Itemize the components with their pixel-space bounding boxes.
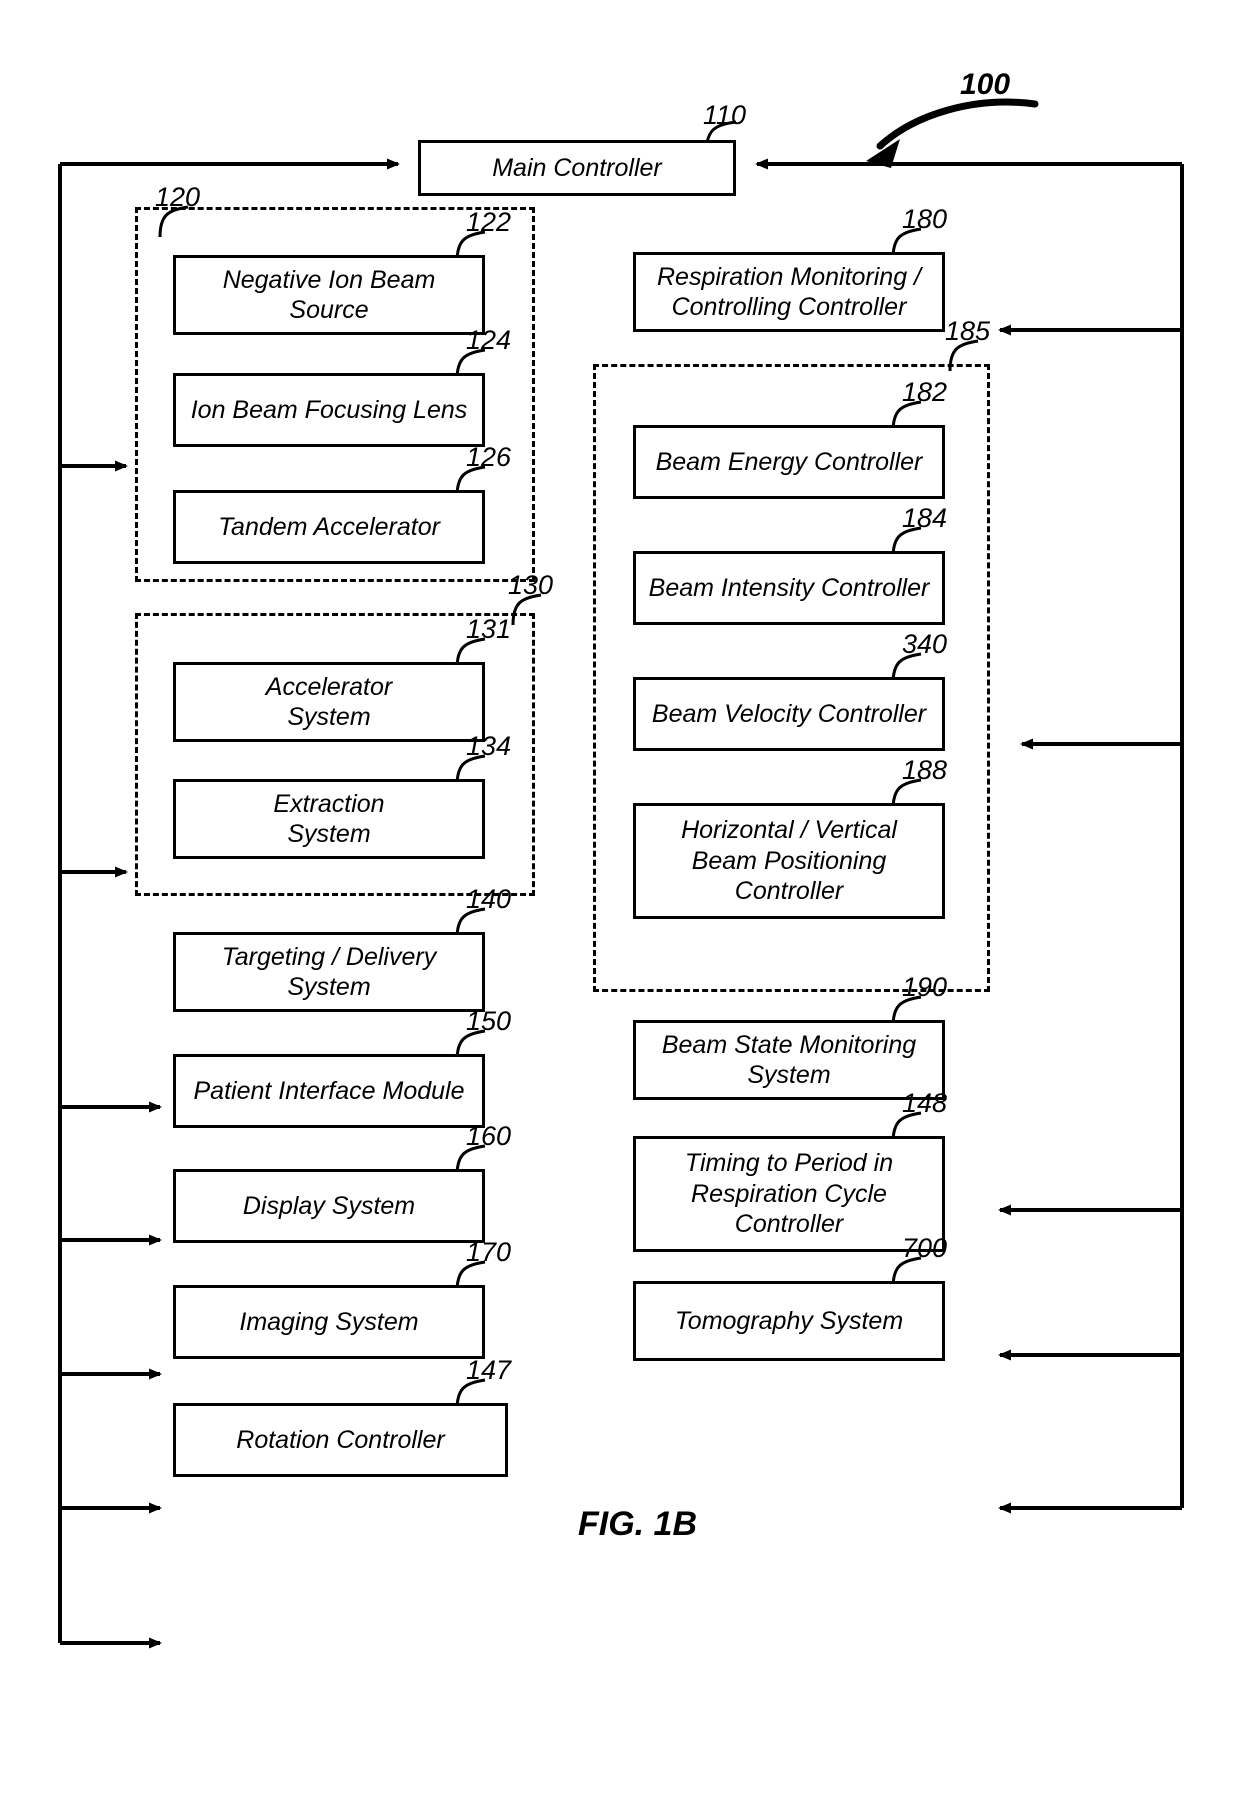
ref-126: 126 — [466, 442, 512, 472]
node-targeting-delivery-system[interactable]: Targeting / Delivery System — [173, 932, 485, 1012]
ref-170: 170 — [466, 1237, 512, 1267]
ref-122: 122 — [466, 207, 512, 237]
node-ion-beam-focusing-lens[interactable]: Ion Beam Focusing Lens — [173, 373, 485, 447]
ref-130: 130 — [508, 570, 554, 600]
node-imaging-system[interactable]: Imaging System — [173, 1285, 485, 1359]
ref-150: 150 — [466, 1006, 512, 1036]
node-beam-energy-controller[interactable]: Beam Energy Controller — [633, 425, 945, 499]
node-beam-intensity-controller[interactable]: Beam Intensity Controller — [633, 551, 945, 625]
ref-340: 340 — [902, 629, 948, 659]
figure-caption: FIG. 1B — [578, 1505, 698, 1543]
ref-700: 700 — [902, 1233, 948, 1263]
node-timing-to-period-controller[interactable]: Timing to Period in Respiration Cycle Co… — [633, 1136, 945, 1252]
node-display-system[interactable]: Display System — [173, 1169, 485, 1243]
node-tomography-system[interactable]: Tomography System — [633, 1281, 945, 1361]
patent-figure-1b: Main Controller 110 100 120 130 185 Nega… — [0, 0, 1240, 1803]
ref-182: 182 — [902, 377, 948, 407]
node-horizontal-vertical-beam-positioning-controller[interactable]: Horizontal / Vertical Beam Positioning C… — [633, 803, 945, 919]
ref-160: 160 — [466, 1121, 512, 1151]
ref-185: 185 — [945, 316, 991, 346]
ref-148: 148 — [902, 1088, 948, 1118]
node-beam-state-monitoring-system[interactable]: Beam State Monitoring System — [633, 1020, 945, 1100]
node-tandem-accelerator[interactable]: Tandem Accelerator — [173, 490, 485, 564]
system-pointer-arrow — [866, 98, 1039, 168]
ref-184: 184 — [902, 503, 948, 533]
ref-100-system: 100 — [960, 68, 1011, 101]
ref-140: 140 — [466, 884, 512, 914]
ref-124: 124 — [466, 325, 512, 355]
node-accelerator-system[interactable]: Accelerator System — [173, 662, 485, 742]
ref-188: 188 — [902, 755, 948, 785]
ref-131: 131 — [466, 614, 512, 644]
node-main-controller[interactable]: Main Controller — [418, 140, 736, 196]
ref-120: 120 — [155, 182, 201, 212]
ref-110: 110 — [703, 100, 747, 130]
node-rotation-controller[interactable]: Rotation Controller — [173, 1403, 508, 1477]
node-negative-ion-beam-source[interactable]: Negative Ion Beam Source — [173, 255, 485, 335]
node-beam-velocity-controller[interactable]: Beam Velocity Controller — [633, 677, 945, 751]
ref-134: 134 — [466, 731, 512, 761]
ref-180: 180 — [902, 204, 948, 234]
node-extraction-system[interactable]: Extraction System — [173, 779, 485, 859]
ref-190: 190 — [902, 972, 948, 1002]
node-respiration-monitoring-controller[interactable]: Respiration Monitoring / Controlling Con… — [633, 252, 945, 332]
node-patient-interface-module[interactable]: Patient Interface Module — [173, 1054, 485, 1128]
ref-147: 147 — [466, 1355, 512, 1385]
